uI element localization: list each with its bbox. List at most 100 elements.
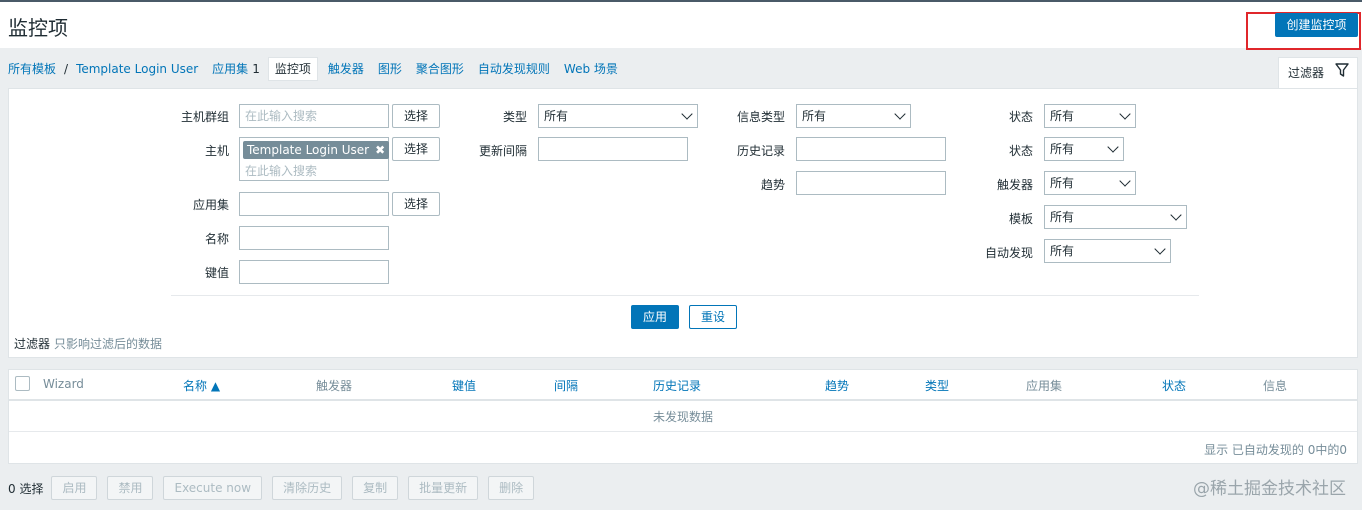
trends-input[interactable]: [796, 171, 946, 195]
name-label: 名称: [204, 232, 229, 246]
application-label: 应用集: [192, 198, 229, 212]
remove-chip-icon[interactable]: ✖: [375, 143, 385, 157]
history-label: 历史记录: [736, 144, 785, 158]
status-select[interactable]: 所有: [1044, 137, 1124, 161]
discovery-value: 所有: [1050, 244, 1075, 258]
status-label: 状态: [1008, 144, 1033, 158]
nav-applications-count: 1: [252, 62, 260, 76]
state-value: 所有: [1050, 109, 1075, 123]
apply-button[interactable]: 应用: [631, 305, 679, 329]
watermark: @稀土掘金技术社区: [1193, 479, 1346, 499]
nav-applications-label: 应用集: [212, 62, 249, 76]
chevron-down-icon: [681, 108, 693, 120]
filter-note-text: 只影响过滤后的数据: [54, 337, 163, 351]
triggers-label: 触发器: [996, 178, 1033, 192]
empty-row: 未发现数据: [9, 403, 1357, 432]
interval-input[interactable]: [538, 137, 688, 161]
col-type[interactable]: 类型: [925, 377, 949, 394]
name-input[interactable]: [239, 226, 389, 250]
col-name[interactable]: 名称 ▲: [183, 377, 220, 394]
host-search-placeholder: 在此输入搜索: [245, 164, 318, 178]
chevron-down-icon: [1107, 141, 1119, 153]
execute-now-button[interactable]: Execute now: [163, 476, 263, 500]
application-select-button[interactable]: 选择: [392, 192, 440, 216]
enable-button[interactable]: 启用: [51, 476, 98, 500]
trends-label: 趋势: [760, 178, 785, 192]
host-group-input[interactable]: 在此输入搜索: [239, 104, 389, 128]
template-value: 所有: [1050, 210, 1075, 224]
nav-graphs[interactable]: 图形: [378, 58, 402, 80]
state-select[interactable]: 所有: [1044, 104, 1136, 128]
reset-button[interactable]: 重设: [689, 305, 737, 329]
nav-items[interactable]: 监控项: [267, 57, 318, 81]
discovery-label: 自动发现: [984, 246, 1033, 260]
nav-screens[interactable]: 聚合图形: [416, 58, 464, 80]
triggers-value: 所有: [1050, 176, 1075, 190]
host-group-select-button[interactable]: 选择: [392, 104, 440, 128]
info-type-label: 信息类型: [736, 110, 785, 124]
col-info: 信息: [1263, 379, 1288, 393]
host-multiselect[interactable]: Template Login User ✖ 在此输入搜索: [239, 137, 390, 181]
triggers-select[interactable]: 所有: [1044, 171, 1136, 195]
interval-label: 更新间隔: [478, 144, 527, 158]
host-chip-label: Template Login User: [247, 143, 370, 157]
filter-panel: 主机群组 在此输入搜索 选择 主机 Template Login User ✖ 在…: [8, 88, 1358, 358]
type-label: 类型: [502, 110, 527, 124]
template-select[interactable]: 所有: [1044, 205, 1187, 229]
host-select-button[interactable]: 选择: [392, 137, 440, 161]
chevron-down-icon: [894, 108, 906, 120]
col-triggers: 触发器: [316, 379, 353, 393]
col-wizard: Wizard: [43, 377, 84, 391]
state-label: 状态: [1008, 110, 1033, 124]
nav-discovery[interactable]: 自动发现规则: [478, 58, 550, 80]
page-title: 监控项: [8, 16, 68, 40]
chevron-down-icon: [1154, 243, 1166, 255]
copy-button[interactable]: 复制: [352, 476, 399, 500]
nav-template-name[interactable]: Template Login User: [76, 58, 198, 80]
col-interval[interactable]: 间隔: [554, 377, 578, 394]
col-key[interactable]: 键值: [452, 377, 476, 394]
nav-applications[interactable]: 应用集 1: [212, 58, 260, 80]
col-status[interactable]: 状态: [1162, 377, 1186, 394]
items-table: Wizard 名称 ▲ 触发器 键值 间隔 历史记录 趋势 类型 应用集 状态 …: [8, 369, 1358, 464]
filter-icon: [1335, 63, 1349, 77]
nav-web[interactable]: Web 场景: [564, 58, 618, 80]
create-item-button[interactable]: 创建监控项: [1275, 13, 1358, 37]
key-input[interactable]: [239, 260, 389, 284]
delete-button[interactable]: 删除: [488, 476, 535, 500]
type-value: 所有: [544, 109, 569, 123]
filter-tab[interactable]: 过滤器: [1278, 57, 1358, 89]
col-applications: 应用集: [1026, 379, 1063, 393]
table-header: Wizard 名称 ▲ 触发器 键值 间隔 历史记录 趋势 类型 应用集 状态 …: [9, 370, 1357, 401]
nav-triggers[interactable]: 触发器: [328, 58, 364, 80]
filter-note: 过滤器 只影响过滤后的数据: [14, 335, 162, 352]
table-footer: 显示 已自动发现的 0中的0: [1204, 443, 1347, 457]
application-input[interactable]: [239, 192, 389, 216]
host-label: 主机: [204, 144, 229, 158]
info-type-value: 所有: [802, 109, 827, 123]
clear-history-button[interactable]: 清除历史: [272, 476, 343, 500]
chevron-down-icon: [1119, 108, 1131, 120]
breadcrumb-nav: 所有模板 / Template Login User 应用集 1 监控项 触发器 …: [8, 57, 632, 81]
chevron-down-icon: [1170, 209, 1182, 221]
discovery-select[interactable]: 所有: [1044, 239, 1171, 263]
select-all-checkbox[interactable]: [15, 376, 30, 391]
selected-count: 0 选择: [8, 481, 44, 496]
nav-all-templates[interactable]: 所有模板: [8, 58, 56, 80]
col-trends[interactable]: 趋势: [825, 377, 849, 394]
breadcrumb-separator: /: [64, 62, 69, 76]
info-type-select[interactable]: 所有: [796, 104, 911, 128]
host-chip[interactable]: Template Login User ✖: [243, 141, 390, 159]
history-input[interactable]: [796, 137, 946, 161]
top-bar: 监控项: [0, 0, 1362, 50]
filter-tab-label: 过滤器: [1288, 66, 1325, 80]
chevron-down-icon: [1119, 175, 1131, 187]
disable-button[interactable]: 禁用: [107, 476, 154, 500]
col-history[interactable]: 历史记录: [653, 377, 701, 394]
mass-update-button[interactable]: 批量更新: [408, 476, 479, 500]
filter-note-title: 过滤器: [14, 337, 51, 351]
type-select[interactable]: 所有: [538, 104, 698, 128]
host-group-label: 主机群组: [180, 110, 229, 124]
filter-divider: [171, 295, 1199, 296]
template-label: 模板: [1008, 212, 1033, 226]
